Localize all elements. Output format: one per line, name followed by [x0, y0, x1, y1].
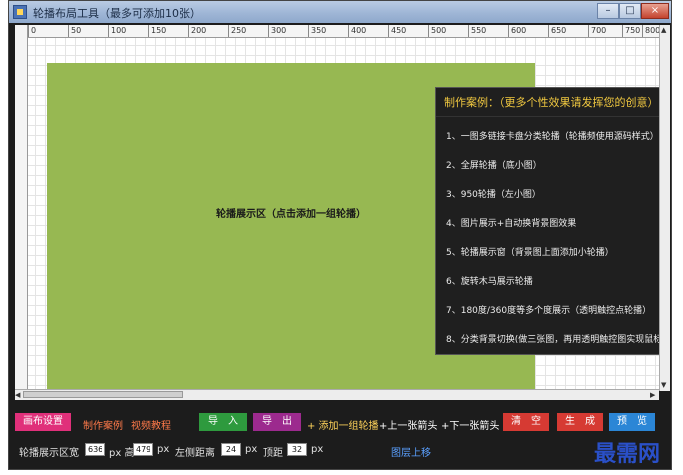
top-distance-field[interactable] [287, 443, 307, 456]
scroll-thumb[interactable] [23, 391, 183, 398]
site-watermark-logo: 最需网 [594, 441, 661, 467]
clear-button[interactable]: 清 空 [503, 413, 549, 431]
canvas-settings-button[interactable]: 画布设置 [15, 413, 71, 431]
cases-panel-title: 制作案例：（更多个性效果请发挥您的创意） [436, 88, 659, 117]
ruler-tick: 0 [27, 25, 37, 37]
case-item[interactable]: 7、180度/360度等多个度展示（透明触控点轮播） [446, 297, 659, 326]
app-window: 轮播布局工具（最多可添加10张） – □ × 0 50 100 150 200 … [8, 0, 672, 470]
case-item[interactable]: 5、轮播展示窗（背景图上面添加小轮播） [446, 239, 659, 268]
ruler-tick: 450 [387, 25, 407, 37]
ruler-tick: 350 [307, 25, 327, 37]
ruler-tick: 50 [67, 25, 82, 37]
minimize-button[interactable]: – [597, 3, 619, 19]
export-button[interactable]: 导 出 [253, 413, 301, 431]
left-distance-field[interactable] [221, 443, 241, 456]
maximize-button[interactable]: □ [619, 3, 641, 19]
ruler-tick: 550 [467, 25, 487, 37]
window-title: 轮播布局工具（最多可添加10张） [33, 7, 201, 20]
case-item[interactable]: 4、图片展示+自动换背景图效果 [446, 210, 659, 239]
area-width-label: 轮播展示区宽 [19, 448, 79, 459]
scroll-left-icon[interactable]: ◀ [15, 390, 20, 400]
px-unit: px [245, 444, 258, 455]
scroll-down-icon[interactable]: ▼ [661, 380, 666, 390]
ruler-tick: 300 [267, 25, 287, 37]
case-item[interactable]: 3、950轮播（左小图） [446, 181, 659, 210]
case-item[interactable]: 8、分类背景切换(做三张图，再用透明触控图实现鼠标 [446, 326, 659, 355]
ruler-tick: 650 [547, 25, 567, 37]
add-prev-arrow-button[interactable]: +上一张箭头 [379, 417, 437, 432]
title-bar[interactable]: 轮播布局工具（最多可添加10张） – □ × [9, 1, 671, 23]
case-item[interactable]: 6、旋转木马展示轮播 [446, 268, 659, 297]
case-item[interactable]: 2、全屏轮播（底小图） [446, 152, 659, 181]
area-height-field[interactable] [133, 443, 153, 456]
area-width-field[interactable] [85, 443, 105, 456]
ruler-tick: 150 [147, 25, 167, 37]
layer-move-up-link[interactable]: 图层上移 [391, 444, 431, 459]
ruler-tick: 200 [187, 25, 207, 37]
demo-cases-link[interactable]: 制作案例 [83, 417, 123, 432]
import-button[interactable]: 导 入 [199, 413, 247, 431]
scroll-up-icon[interactable]: ▲ [661, 25, 666, 35]
close-button[interactable]: × [641, 3, 669, 19]
preview-button[interactable]: 预 览 [609, 413, 655, 431]
ruler-tick: 500 [427, 25, 447, 37]
generate-button[interactable]: 生 成 [557, 413, 603, 431]
toolbar: 画布设置 制作案例 视频教程 导 入 导 出 + 添加一组轮播 +上一张箭头 +… [9, 411, 671, 435]
ruler-tick: 400 [347, 25, 367, 37]
video-tutorial-link[interactable]: 视频教程 [131, 417, 171, 432]
px-unit: px [157, 444, 170, 455]
px-unit: px [311, 444, 324, 455]
layout-canvas[interactable]: 0 50 100 150 200 250 300 350 400 450 500… [15, 25, 659, 389]
case-list: 1、一图多链接卡盘分类轮播（轮播频使用源码样式） 2、全屏轮播（底小图） 3、9… [436, 117, 659, 355]
left-distance-label: 左侧距离 [175, 448, 215, 459]
vertical-scrollbar[interactable]: ▲ ▼ [659, 25, 670, 391]
ruler-tick: 600 [507, 25, 527, 37]
ruler-tick: 250 [227, 25, 247, 37]
ruler-tick: 100 [107, 25, 127, 37]
ruler-tick: 750 [621, 25, 641, 37]
case-item[interactable]: 1、一图多链接卡盘分类轮播（轮播频使用源码样式） [446, 123, 659, 152]
area-height-label: px 高 [109, 448, 135, 459]
add-carousel-group-button[interactable]: + 添加一组轮播 [307, 417, 379, 432]
horizontal-scrollbar[interactable]: ◀ ▶ [15, 389, 659, 400]
top-distance-label: 顶距 [263, 448, 283, 459]
ruler-tick: 800 [641, 25, 659, 37]
cases-panel: 制作案例：（更多个性效果请发挥您的创意） 1、一图多链接卡盘分类轮播（轮播频使用… [435, 87, 659, 355]
status-bar: 轮播展示区宽 px 高 px 左侧距离 px 顶距 px 图层上移 [9, 441, 671, 463]
scroll-right-icon[interactable]: ▶ [650, 390, 655, 400]
add-next-arrow-button[interactable]: +下一张箭头 [441, 417, 499, 432]
vertical-ruler [15, 25, 28, 389]
horizontal-ruler: 0 50 100 150 200 250 300 350 400 450 500… [15, 25, 659, 38]
app-icon [13, 5, 27, 19]
ruler-tick: 700 [587, 25, 607, 37]
